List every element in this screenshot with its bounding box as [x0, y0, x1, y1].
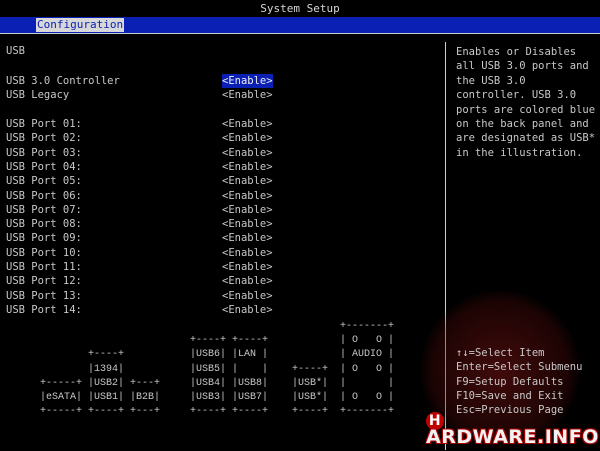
usb-legacy-label: USB Legacy [6, 89, 70, 101]
usb-port-02-label: USB Port 02: [6, 132, 82, 145]
usb-port-04-value[interactable]: <Enable> [222, 160, 273, 174]
usb3-controller-label: USB 3.0 Controller [6, 75, 120, 87]
usb-port-05-value[interactable]: <Enable> [222, 174, 273, 188]
key-select-item: ↑↓=Select Item [456, 347, 545, 359]
usb-legacy-value[interactable]: <Enable> [222, 88, 273, 102]
usb-port-07-value[interactable]: <Enable> [222, 203, 273, 217]
usb-port-12-label: USB Port 12: [6, 275, 82, 288]
key-save-exit: F10=Save and Exit [456, 389, 564, 402]
diagram-line: +-----+ |USB2| +---+ |USB4| |USB8| |USB*… [40, 377, 395, 389]
usb-port-11-value[interactable]: <Enable> [222, 260, 273, 274]
usb-port-09-label: USB Port 09: [6, 232, 82, 245]
usb-port-01-label: USB Port 01: [6, 118, 82, 130]
usb-port-03-label: USB Port 03: [6, 146, 82, 159]
usb-port-05-label: USB Port 05: [6, 175, 82, 188]
diagram-line: +----+ +----+ | O O | [40, 335, 395, 347]
tab-bar: Configuration [0, 17, 600, 33]
diagram-line: +-----+ +----+ +---+ +----+ +----+ +----… [40, 406, 395, 418]
usb-port-10-label: USB Port 10: [6, 246, 82, 259]
usb-port-09-value[interactable]: <Enable> [222, 231, 273, 245]
usb-port-14-label: USB Port 14: [6, 303, 82, 316]
tab-configuration[interactable]: Configuration [36, 18, 125, 32]
usb-port-06-label: USB Port 06: [6, 189, 82, 202]
usb-port-13-label: USB Port 13: [6, 289, 82, 302]
diagram-line: |eSATA| |USB1| |B2B| |USB3| |USB7| |USB*… [40, 392, 395, 404]
section-title: USB [6, 45, 25, 57]
usb-port-06-value[interactable]: <Enable> [222, 189, 273, 203]
diagram-line: |1394| |USB5| | | +----+ | O O | [40, 363, 395, 375]
usb-port-10-value[interactable]: <Enable> [222, 246, 273, 260]
usb-port-03-value[interactable]: <Enable> [222, 146, 273, 160]
help-text: Enables or Disables all USB 3.0 ports an… [456, 46, 596, 159]
watermark-text: ARDWARE.INFO [426, 426, 599, 448]
key-setup-defaults: F9=Setup Defaults [456, 375, 564, 388]
usb-port-08-label: USB Port 08: [6, 218, 82, 231]
usb-port-07-label: USB Port 07: [6, 203, 82, 216]
diagram-line: +-------+ [40, 321, 395, 332]
usb-port-08-value[interactable]: <Enable> [222, 217, 273, 231]
usb-port-12-value[interactable]: <Enable> [222, 274, 273, 288]
usb-port-11-label: USB Port 11: [6, 261, 82, 273]
key-select-submenu: Enter=Select Submenu [456, 361, 583, 374]
window-title: System Setup [260, 2, 340, 15]
usb-port-02-value[interactable]: <Enable> [222, 131, 273, 145]
key-legend: ↑↓=Select Item Enter=Select Submenu F9=S… [456, 346, 582, 417]
usb-port-14-value[interactable]: <Enable> [222, 303, 273, 317]
usb-port-13-value[interactable]: <Enable> [222, 289, 273, 303]
diagram-line: +----+ |USB6| |LAN | | AUDIO | [40, 349, 395, 361]
watermark-logo: HARDWARE.INFO [426, 412, 600, 447]
back-panel-diagram: +-------+ +----+ +----+ | O O | +----+ |… [40, 320, 394, 419]
usb3-controller-value[interactable]: <Enable> [222, 74, 273, 89]
usb-port-04-label: USB Port 04: [6, 160, 82, 173]
usb-port-01-value[interactable]: <Enable> [222, 117, 273, 131]
